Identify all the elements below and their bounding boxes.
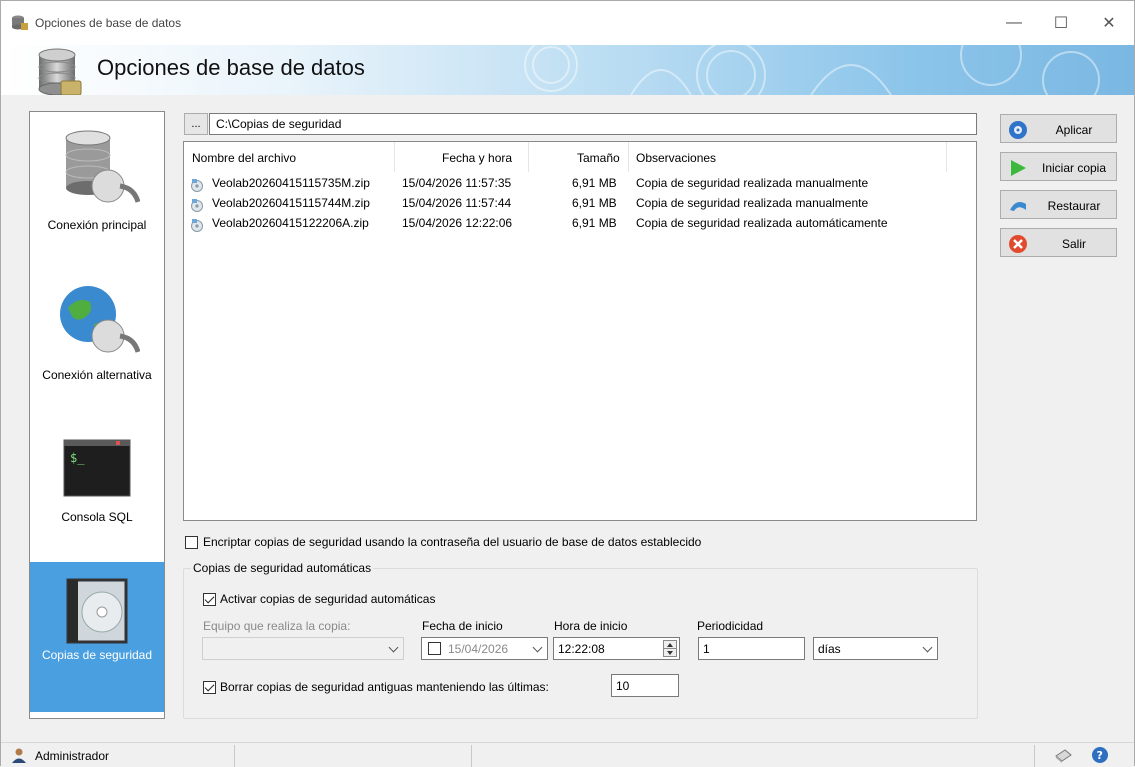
start-time-label: Hora de inicio bbox=[554, 619, 628, 633]
file-size: 6,91 MB bbox=[572, 216, 617, 230]
status-bar: Administrador ? bbox=[1, 742, 1134, 767]
zip-file-icon bbox=[191, 219, 203, 232]
file-size: 6,91 MB bbox=[572, 176, 617, 190]
title-bar: Opciones de base de datos — ☐ ✕ bbox=[1, 1, 1134, 45]
start-date-picker[interactable]: 15/04/2026 bbox=[421, 637, 548, 660]
file-name: Veolab20260415115735M.zip bbox=[212, 176, 370, 190]
disc-case-icon bbox=[66, 578, 128, 644]
delete-old-checkbox[interactable] bbox=[203, 681, 216, 694]
sidebar-item-label: Conexión principal bbox=[47, 218, 147, 232]
close-button[interactable]: ✕ bbox=[1086, 9, 1132, 37]
period-unit-select[interactable]: días bbox=[813, 637, 938, 660]
period-input[interactable]: 1 bbox=[698, 637, 805, 660]
sidebar-item-label: Conexión alternativa bbox=[42, 368, 152, 382]
page-title: Opciones de base de datos bbox=[97, 55, 365, 80]
restore-button[interactable]: Restaurar bbox=[1000, 190, 1117, 219]
machine-label: Equipo que realiza la copia: bbox=[203, 619, 351, 633]
sidebar: Conexión principal Conexión alternativa … bbox=[29, 111, 165, 719]
period-unit-value: días bbox=[818, 642, 841, 656]
enable-auto-backup-checkbox[interactable] bbox=[203, 593, 216, 606]
file-row[interactable]: Veolab20260415115744M.zip 15/04/2026 11:… bbox=[184, 195, 976, 212]
database-icon bbox=[38, 48, 82, 95]
file-notes: Copia de seguridad realizada manualmente bbox=[636, 176, 869, 190]
zip-file-icon bbox=[191, 179, 203, 192]
exit-label: Salir bbox=[1061, 237, 1086, 251]
sidebar-item-main-connection[interactable]: Conexión principal bbox=[30, 112, 164, 262]
backup-path-input[interactable]: C:\Copias de seguridad bbox=[209, 113, 977, 135]
encrypt-checkbox[interactable] bbox=[185, 536, 198, 549]
maximize-button[interactable]: ☐ bbox=[1038, 9, 1084, 37]
window-title: Opciones de base de datos bbox=[35, 16, 182, 30]
file-row[interactable]: Veolab20260415122206A.zip 15/04/2026 12:… bbox=[184, 215, 976, 232]
database-options-window: Opciones de base de datos — ☐ ✕ Opciones… bbox=[0, 0, 1135, 767]
start-time-input[interactable]: 12:22:08 bbox=[553, 637, 680, 660]
start-date-value: 15/04/2026 bbox=[448, 642, 509, 656]
sidebar-item-label: Consola SQL bbox=[61, 510, 133, 524]
disc-apply-icon bbox=[1009, 121, 1027, 139]
spin-down-icon[interactable] bbox=[667, 651, 673, 655]
column-header-notes[interactable]: Observaciones bbox=[636, 151, 716, 165]
zip-file-icon bbox=[191, 199, 203, 212]
enable-auto-backup-label: Activar copias de seguridad automáticas bbox=[220, 592, 436, 606]
delete-old-label: Borrar copias de seguridad antiguas mant… bbox=[220, 680, 549, 694]
backup-file-list[interactable]: Nombre del archivo Fecha y hora Tamaño O… bbox=[183, 141, 977, 521]
svg-text:?: ? bbox=[1097, 749, 1103, 762]
apply-label: Aplicar bbox=[1055, 123, 1093, 137]
restore-arrow-icon bbox=[1010, 202, 1026, 211]
file-datetime: 15/04/2026 11:57:35 bbox=[402, 176, 512, 190]
exit-button[interactable]: Salir bbox=[1000, 228, 1117, 257]
auto-backup-group-title: Copias de seguridad automáticas bbox=[191, 561, 374, 575]
database-app-icon bbox=[12, 15, 28, 30]
banner-decoration bbox=[524, 45, 1100, 95]
chevron-down-icon bbox=[532, 642, 543, 653]
period-label: Periodicidad bbox=[697, 619, 764, 633]
svg-text:$_: $_ bbox=[70, 451, 85, 465]
play-icon bbox=[1011, 160, 1026, 176]
sidebar-item-sql-console[interactable]: $_ Consola SQL bbox=[30, 412, 164, 562]
start-date-checkbox[interactable] bbox=[428, 642, 441, 655]
encrypt-label: Encriptar copias de seguridad usando la … bbox=[203, 535, 702, 549]
file-list-header: Nombre del archivo Fecha y hora Tamaño O… bbox=[184, 142, 976, 172]
sidebar-item-label: Copias de seguridad bbox=[41, 648, 153, 662]
exit-icon bbox=[1009, 235, 1027, 253]
status-user: Administrador bbox=[35, 749, 110, 763]
database-plug-icon bbox=[65, 130, 140, 203]
browse-folder-button[interactable]: ... bbox=[184, 113, 208, 135]
file-row[interactable]: Veolab20260415115735M.zip 15/04/2026 11:… bbox=[184, 175, 976, 192]
start-date-label: Fecha de inicio bbox=[422, 619, 503, 633]
start-time-value: 12:22:08 bbox=[558, 642, 605, 656]
sidebar-item-backups[interactable]: Copias de seguridad bbox=[30, 562, 164, 712]
chevron-down-icon bbox=[388, 642, 399, 653]
chevron-down-icon bbox=[922, 642, 933, 653]
file-datetime: 15/04/2026 12:22:06 bbox=[402, 216, 513, 230]
printer-icon[interactable] bbox=[1053, 746, 1073, 764]
file-notes: Copia de seguridad realizada automáticam… bbox=[636, 216, 888, 230]
file-size: 6,91 MB bbox=[572, 196, 617, 210]
column-header-size[interactable]: Tamaño bbox=[577, 151, 620, 165]
start-backup-label: Iniciar copia bbox=[1041, 161, 1107, 175]
spin-up-icon[interactable] bbox=[667, 643, 673, 647]
apply-button[interactable]: Aplicar bbox=[1000, 114, 1117, 143]
sidebar-item-alternate-connection[interactable]: Conexión alternativa bbox=[30, 262, 164, 412]
column-header-filename[interactable]: Nombre del archivo bbox=[192, 151, 296, 165]
time-spinner[interactable] bbox=[663, 640, 677, 657]
file-datetime: 15/04/2026 11:57:44 bbox=[402, 196, 512, 210]
column-header-datetime[interactable]: Fecha y hora bbox=[442, 151, 512, 165]
start-backup-button[interactable]: Iniciar copia bbox=[1000, 152, 1117, 181]
minimize-button[interactable]: — bbox=[991, 9, 1037, 37]
keep-count-input[interactable]: 10 bbox=[611, 674, 679, 697]
restore-label: Restaurar bbox=[1047, 199, 1101, 213]
file-notes: Copia de seguridad realizada manualmente bbox=[636, 196, 869, 210]
file-name: Veolab20260415115744M.zip bbox=[212, 196, 370, 210]
user-icon bbox=[12, 748, 26, 763]
machine-select[interactable] bbox=[202, 637, 404, 660]
help-icon[interactable]: ? bbox=[1091, 746, 1109, 764]
terminal-icon: $_ bbox=[63, 439, 131, 497]
header-banner: Opciones de base de datos bbox=[1, 45, 1134, 95]
globe-plug-icon bbox=[60, 286, 140, 353]
file-name: Veolab20260415122206A.zip bbox=[212, 216, 369, 230]
